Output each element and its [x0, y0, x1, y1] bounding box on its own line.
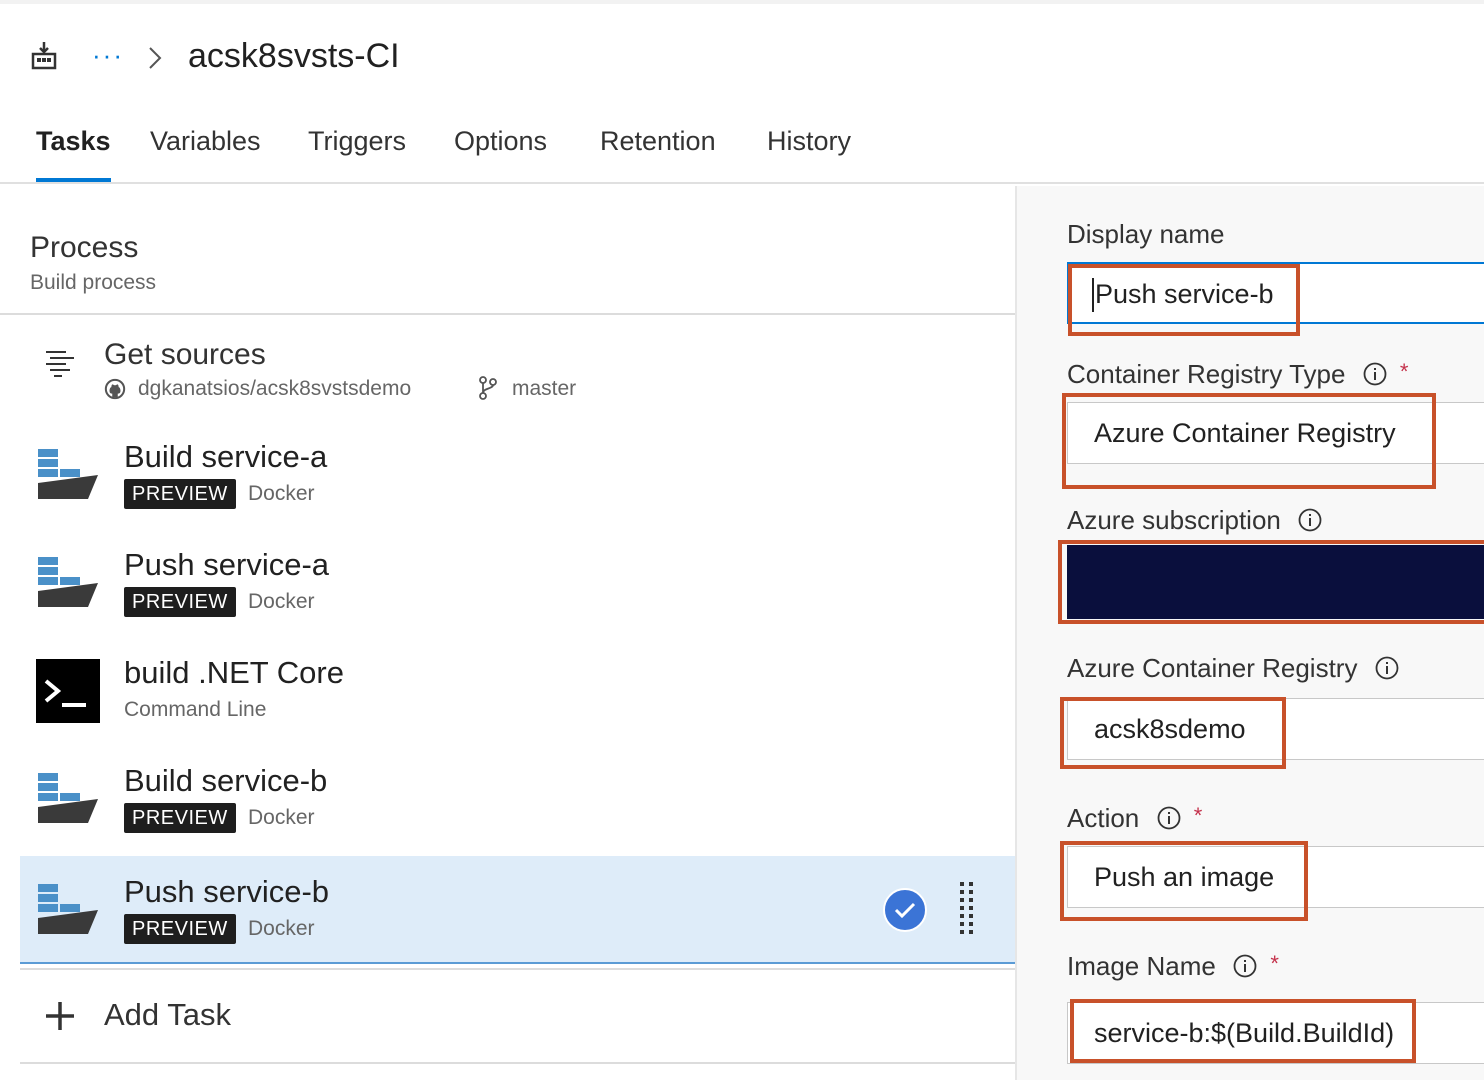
- repository-name: dgkanatsios/acsk8svstsdemo: [138, 377, 412, 400]
- info-icon[interactable]: [1298, 508, 1322, 532]
- text-cursor: [1092, 278, 1094, 312]
- preview-badge: PREVIEW: [124, 479, 236, 509]
- display-name-input[interactable]: Push service-b: [1067, 262, 1484, 324]
- task-row[interactable]: Push service-a PREVIEW Docker: [20, 529, 1015, 637]
- get-sources-title: Get sources: [104, 338, 266, 371]
- add-task-label: Add Task: [104, 997, 231, 1032]
- required-marker: *: [1193, 803, 1203, 828]
- tab-triggers[interactable]: Triggers: [308, 124, 406, 182]
- registry-select[interactable]: acsk8sdemo: [1067, 698, 1484, 760]
- action-label-text: Action: [1067, 803, 1140, 833]
- add-task-button[interactable]: Add Task: [20, 968, 1015, 1064]
- task-title: Push service-b: [124, 874, 330, 909]
- preview-badge: PREVIEW: [124, 587, 236, 617]
- branch-icon: [479, 376, 497, 400]
- registry-type-label-text: Container Registry Type: [1067, 359, 1346, 389]
- plus-icon: [46, 1002, 74, 1030]
- action-label: Action *: [1067, 800, 1202, 834]
- image-name-label: Image Name *: [1067, 948, 1279, 982]
- registry-type-label: Container Registry Type *: [1067, 356, 1408, 390]
- task-properties-pane: Display name Push service-b Container Re…: [1017, 186, 1484, 1080]
- required-marker: *: [1399, 359, 1409, 384]
- docker-icon: [38, 449, 98, 499]
- task-type: Docker: [248, 917, 315, 940]
- action-select[interactable]: Push an image: [1067, 846, 1484, 908]
- image-name-label-text: Image Name: [1067, 951, 1216, 981]
- task-checkbox-checked-icon[interactable]: [882, 887, 928, 933]
- get-sources-icon: [46, 351, 74, 377]
- info-icon[interactable]: [1363, 362, 1387, 386]
- registry-label: Azure Container Registry: [1067, 652, 1399, 684]
- display-name-label: Display name: [1067, 218, 1225, 250]
- github-icon: [104, 378, 126, 400]
- task-type: Docker: [248, 806, 315, 829]
- required-marker: *: [1270, 951, 1279, 976]
- task-row[interactable]: build .NET Core Command Line: [20, 637, 1015, 745]
- page-title: acsk8svsts-CI: [188, 37, 400, 75]
- preview-badge: PREVIEW: [124, 803, 236, 833]
- tab-options[interactable]: Options: [454, 124, 547, 182]
- display-name-label-text: Display name: [1067, 219, 1225, 249]
- tab-retention[interactable]: Retention: [600, 124, 716, 182]
- task-title: build .NET Core: [124, 655, 344, 690]
- breadcrumb-more-button[interactable]: ···: [92, 42, 124, 68]
- subscription-label-text: Azure subscription: [1067, 505, 1281, 535]
- process-header[interactable]: Process Build process: [0, 186, 1015, 315]
- task-type: Docker: [248, 482, 315, 505]
- tab-tasks[interactable]: Tasks: [36, 124, 111, 182]
- tab-variables[interactable]: Variables: [150, 124, 261, 182]
- get-sources-item[interactable]: Get sources dgkanatsios/acsk8svstsdemo m…: [20, 317, 1015, 421]
- info-icon[interactable]: [1157, 806, 1181, 830]
- registry-type-select[interactable]: Azure Container Registry: [1067, 402, 1484, 464]
- docker-icon: [38, 773, 98, 823]
- info-icon[interactable]: [1375, 656, 1399, 680]
- docker-icon: [38, 884, 98, 934]
- task-row[interactable]: Build service-a PREVIEW Docker: [20, 421, 1015, 529]
- command-line-icon: [36, 659, 100, 723]
- docker-icon: [38, 557, 98, 607]
- build-pipeline-icon: [31, 42, 57, 70]
- registry-label-text: Azure Container Registry: [1067, 653, 1358, 683]
- tab-bar: Tasks Variables Triggers Options Retenti…: [0, 104, 1484, 184]
- subscription-label: Azure subscription: [1067, 504, 1322, 536]
- branch-name: master: [512, 377, 577, 400]
- drag-handle-icon[interactable]: [958, 880, 976, 940]
- info-icon[interactable]: [1233, 954, 1257, 978]
- task-type: Docker: [248, 590, 315, 613]
- image-name-input[interactable]: service-b:$(Build.BuildId): [1067, 1002, 1484, 1064]
- task-title: Build service-a: [124, 439, 328, 474]
- chevron-right-icon: [149, 47, 162, 69]
- task-type: Command Line: [124, 698, 267, 721]
- task-row-selected[interactable]: Push service-b PREVIEW Docker: [20, 856, 1015, 964]
- task-title: Push service-a: [124, 547, 330, 582]
- process-title: Process: [30, 231, 139, 264]
- task-title: Build service-b: [124, 763, 328, 798]
- preview-badge: PREVIEW: [124, 914, 236, 944]
- header: ··· acsk8svsts-CI: [0, 4, 1484, 104]
- subscription-select[interactable]: [1067, 545, 1484, 619]
- process-subtitle: Build process: [30, 271, 157, 294]
- task-row[interactable]: Build service-b PREVIEW Docker: [20, 745, 1015, 853]
- process-pane: Process Build process Get sources dgkana…: [0, 186, 1015, 1080]
- tab-history[interactable]: History: [767, 124, 851, 182]
